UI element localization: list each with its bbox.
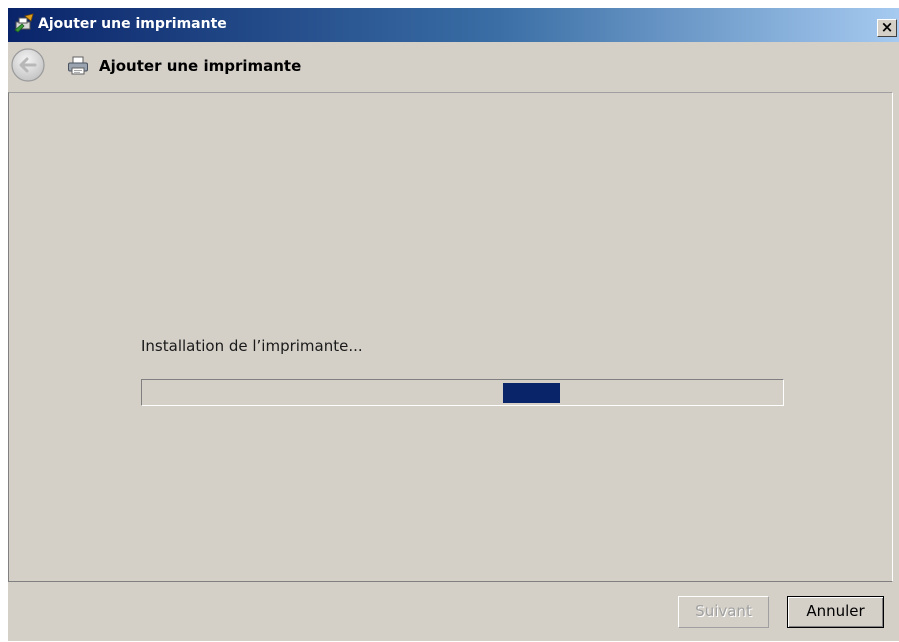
next-button[interactable]: Suivant xyxy=(678,596,769,628)
printer-wizard-icon xyxy=(14,13,34,33)
close-icon: × xyxy=(880,18,894,36)
window-title: Ajouter une imprimante xyxy=(38,16,227,32)
title-bar[interactable]: Ajouter une imprimante × xyxy=(8,8,899,42)
cancel-button[interactable]: Annuler xyxy=(787,596,884,628)
installation-progress-bar xyxy=(141,379,784,406)
wizard-header: Ajouter une imprimante xyxy=(8,42,899,92)
progress-marquee-chunk xyxy=(503,383,560,403)
installation-status-text: Installation de l’imprimante... xyxy=(141,337,363,355)
close-button[interactable]: × xyxy=(877,19,897,37)
back-arrow-icon[interactable] xyxy=(10,47,46,83)
page-title: Ajouter une imprimante xyxy=(99,57,302,75)
printer-icon xyxy=(68,56,88,75)
add-printer-window: Ajouter une imprimante × Ajouter une imp… xyxy=(7,7,899,641)
wizard-content: Installation de l’imprimante... xyxy=(8,92,893,582)
wizard-footer: Suivant Annuler xyxy=(8,582,899,642)
